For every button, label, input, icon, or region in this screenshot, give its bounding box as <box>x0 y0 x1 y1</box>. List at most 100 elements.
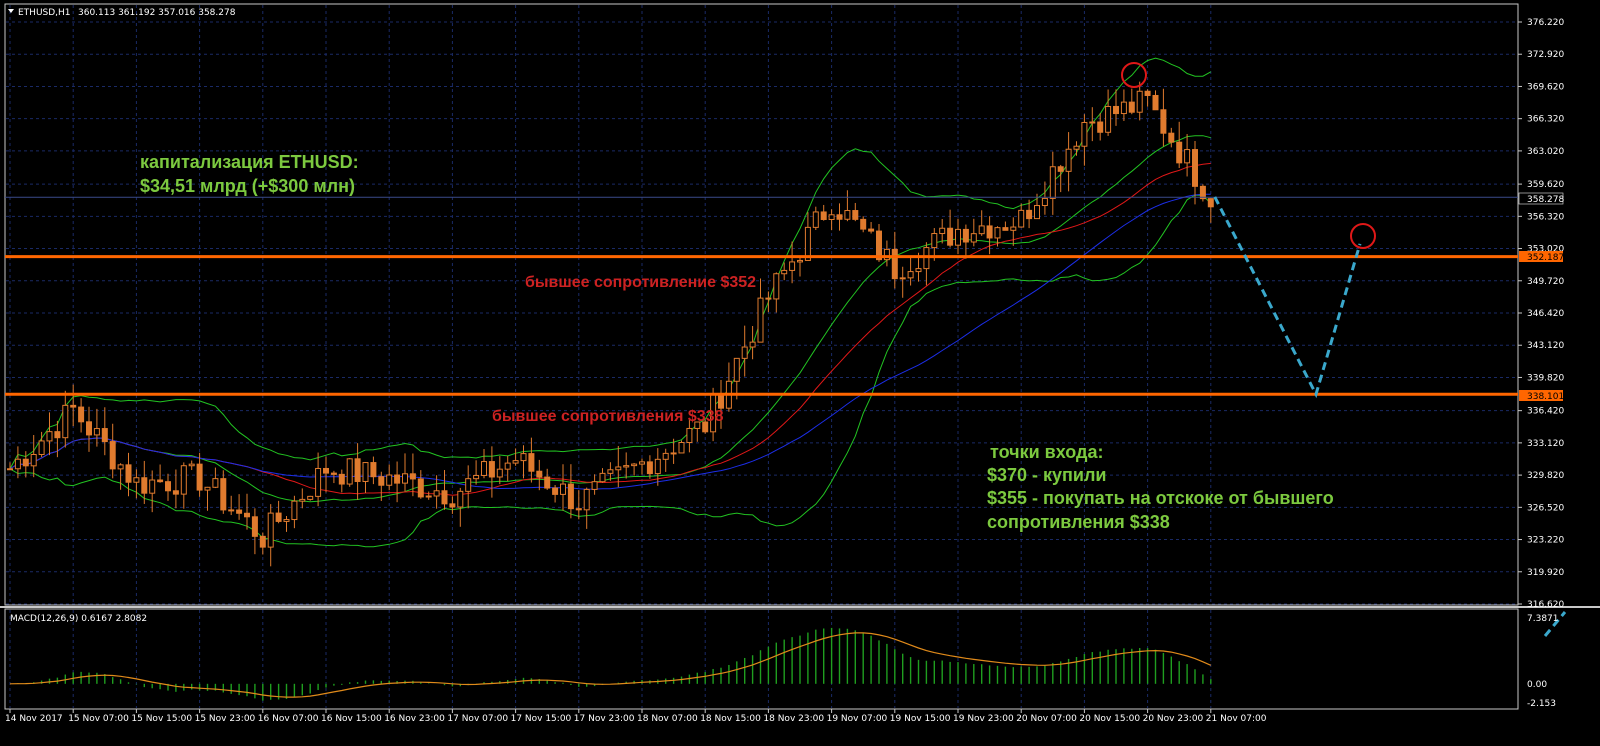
candle-body <box>1160 109 1167 134</box>
candle-body <box>939 227 946 235</box>
candle-body <box>670 452 677 455</box>
candle-body <box>512 460 519 464</box>
current-price-value: 358.278 <box>1527 195 1564 205</box>
candle-body <box>607 469 614 474</box>
candle-body <box>962 228 969 243</box>
time-tick-label: 18 Nov 07:00 <box>637 714 698 724</box>
candle-body <box>749 341 756 348</box>
candle-body <box>1041 197 1048 207</box>
candle-body <box>441 490 448 505</box>
time-tick-label: 18 Nov 15:00 <box>700 714 761 724</box>
candle-body <box>133 477 140 483</box>
candle-body <box>228 509 235 512</box>
ohlc-label: 360.113 361.192 357.016 358.278 <box>78 8 236 18</box>
candle-body <box>820 211 827 220</box>
candle-body <box>1010 226 1017 231</box>
time-tick-label: 16 Nov 07:00 <box>258 714 319 724</box>
candle-body <box>457 490 464 508</box>
price-tick-label: 319.920 <box>1527 568 1564 578</box>
time-tick-label: 20 Nov 07:00 <box>1016 714 1077 724</box>
price-tick-label: 372.920 <box>1527 50 1564 60</box>
price-tick-label: 336.420 <box>1527 407 1564 417</box>
candle-body <box>78 406 85 423</box>
candle-body <box>639 461 645 465</box>
candle-body <box>259 535 266 548</box>
candle-body <box>307 495 314 500</box>
cap-line-2: $34,51 млрд (+$300 млн) <box>140 176 355 196</box>
candle-body <box>38 440 45 455</box>
price-tick-label: 359.620 <box>1527 180 1564 190</box>
candle-body <box>93 428 100 436</box>
candle-body <box>338 473 345 485</box>
price-tick-label: 369.620 <box>1527 82 1564 92</box>
price-tick-label: 326.520 <box>1527 503 1564 513</box>
time-tick-label: 18 Nov 23:00 <box>763 714 824 724</box>
candle-body <box>583 488 590 511</box>
candle-body <box>149 479 156 494</box>
candle-body <box>733 357 740 382</box>
candle-body <box>1136 90 1143 113</box>
candle-body <box>891 248 898 280</box>
candle-body <box>70 404 77 408</box>
candle-body <box>180 465 187 495</box>
candle-body <box>62 404 69 439</box>
time-tick-label: 14 Nov 2017 <box>5 714 63 724</box>
price-tick-label: 316.620 <box>1527 600 1564 610</box>
candle-body <box>631 463 638 467</box>
candle-body <box>165 481 171 492</box>
price-tick-label: 333.120 <box>1527 439 1564 449</box>
candle-body <box>1081 121 1088 147</box>
candle-body <box>465 478 472 492</box>
candle-body <box>14 458 21 470</box>
candle-body <box>528 453 535 472</box>
candle-body <box>504 462 511 470</box>
candle-body <box>1144 90 1151 96</box>
candle-body <box>354 458 361 483</box>
candle-body <box>860 218 867 230</box>
candle-body <box>267 512 274 548</box>
candle-body <box>386 474 393 486</box>
candle-body <box>299 498 306 502</box>
candle-body <box>1207 198 1214 208</box>
candle-body <box>362 462 369 483</box>
candle-body <box>623 465 630 468</box>
candle-body <box>544 476 551 489</box>
symbol-label: ETHUSD,H1 <box>18 8 71 18</box>
price-tick-label: 323.220 <box>1527 536 1564 546</box>
candle-body <box>22 458 29 467</box>
candle-body <box>552 487 559 495</box>
candle-body <box>1105 105 1112 133</box>
candle-body <box>394 474 401 484</box>
candle-body <box>686 427 693 443</box>
candle-body <box>425 495 432 498</box>
candle-body <box>1057 166 1064 172</box>
candle-body <box>741 346 748 359</box>
candle-body <box>330 472 337 475</box>
candle-body <box>433 490 440 497</box>
time-tick-label: 19 Nov 23:00 <box>953 714 1014 724</box>
candle-body <box>1113 105 1119 115</box>
candle-body <box>417 478 424 498</box>
time-tick-label: 20 Nov 15:00 <box>1079 714 1140 724</box>
candle-body <box>188 463 195 467</box>
candle-body <box>220 478 227 511</box>
candle-body <box>560 483 566 495</box>
candle-body <box>852 210 859 220</box>
candle-body <box>315 467 322 497</box>
candle-body <box>844 210 851 220</box>
level-low-value: 338.101 <box>1527 392 1564 402</box>
candle-body <box>346 458 353 485</box>
candle-body <box>7 468 13 471</box>
candle-body <box>591 481 598 490</box>
candle-body <box>1192 149 1198 187</box>
candle-body <box>654 458 661 475</box>
candle-body <box>473 474 480 480</box>
candle-body <box>1026 209 1033 220</box>
candle-body <box>812 211 819 228</box>
candle-body <box>54 431 61 439</box>
macd-plot-frame <box>4 608 1519 710</box>
candle-body <box>567 483 574 510</box>
candle-body <box>1049 166 1056 199</box>
entry-line-3: сопротивления $338 <box>987 512 1170 532</box>
price-tick-label: 363.020 <box>1527 147 1564 157</box>
